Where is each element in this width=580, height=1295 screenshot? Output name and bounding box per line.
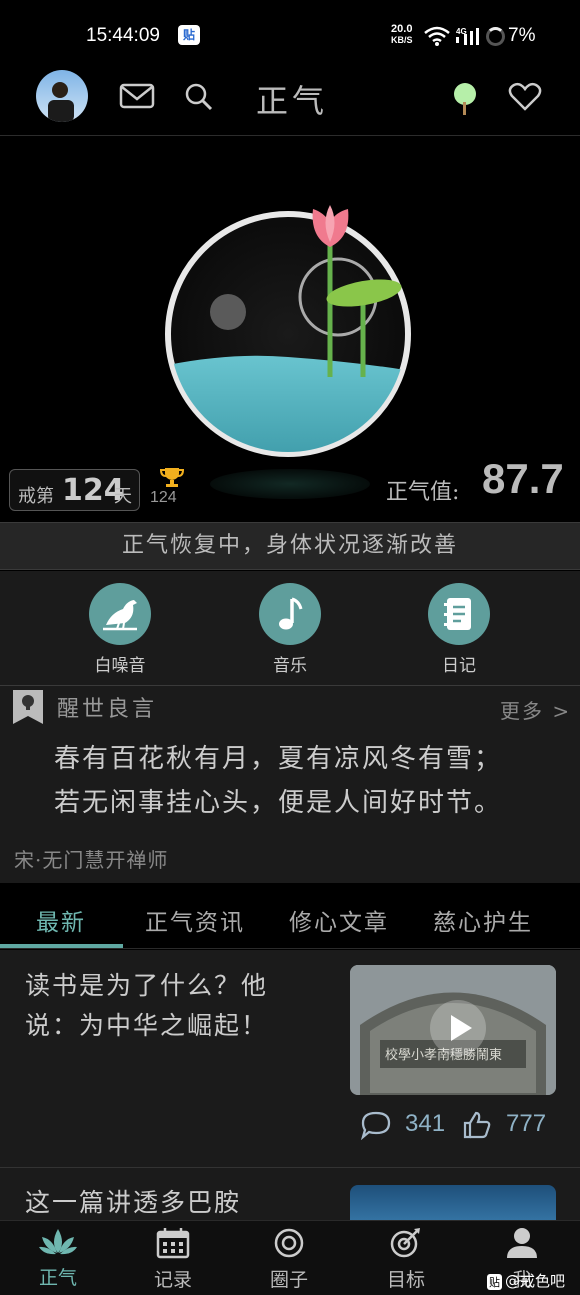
avatar-person-icon (48, 82, 74, 122)
video-thumbnail[interactable]: 校學小孝南穩勝鬧東 (350, 965, 556, 1095)
recovery-status-banner: 正气恢复中，身体状况逐渐改善 (0, 522, 580, 570)
quote-more-link[interactable]: 更多 > (500, 695, 571, 724)
nav-label: 正气 (38, 1267, 77, 1289)
lotus-icon (39, 1229, 77, 1255)
search-icon[interactable] (184, 82, 214, 112)
nav-circle[interactable]: 圈子 (249, 1227, 329, 1292)
white-noise-label: 白噪音 (94, 656, 146, 676)
bird-icon (103, 600, 137, 631)
trophy-icon[interactable] (160, 465, 184, 489)
bookmark-icon (13, 690, 43, 724)
diary-label: 日记 (442, 656, 476, 676)
tab-latest[interactable]: 最新 (36, 903, 86, 937)
play-icon (451, 1015, 472, 1041)
watermark-text: @戒色吧 (505, 1272, 566, 1290)
trophy-count: 124 (150, 489, 177, 506)
nav-records[interactable]: 记录 (133, 1227, 213, 1292)
quick-action-diary[interactable]: 日记 (414, 583, 504, 676)
quick-actions: 白噪音 音乐 日记 (0, 571, 580, 686)
tab-compassion[interactable]: 慈心护生 (433, 903, 533, 937)
quote-card: 醒世良言 更多 > 春有百花秋有月，夏有凉风冬有雪； 若无闲事挂心头，便是人间好… (0, 686, 580, 883)
article-title[interactable]: 这一篇讲透多巴胺 (25, 1183, 241, 1219)
like-icon[interactable] (462, 1110, 492, 1140)
app-notification-badge: 贴 (178, 25, 200, 45)
app-header: 正气 (0, 62, 580, 136)
quick-action-music[interactable]: 音乐 (245, 583, 335, 676)
nav-zhengqi[interactable]: 正气 (18, 1227, 98, 1290)
music-note-icon (279, 597, 303, 630)
battery-level: 7% (508, 25, 536, 46)
nav-label: 记录 (153, 1269, 192, 1291)
status-bar: 15:44:09 贴 20.0 KB/S 4G 7% (0, 0, 580, 62)
quote-section-title: 醒世良言 (57, 697, 158, 722)
goal-icon (390, 1228, 420, 1258)
active-tab-indicator (0, 944, 123, 948)
lotus-bowl-illustration[interactable] (158, 167, 418, 467)
hero-section: 戒第 124 天 124 正气值: 87.7 (0, 137, 580, 522)
tab-mind-articles[interactable]: 修心文章 (289, 903, 389, 937)
network-speed: 20.0 KB/S (391, 23, 413, 46)
watermark: 贴 @戒色吧 (487, 1270, 565, 1291)
streak-suffix: 天 (114, 486, 132, 507)
nav-label: 圈子 (269, 1269, 308, 1291)
watermark-badge: 贴 (487, 1274, 502, 1290)
article-feed: 读书是为了什么？他说：为中华之崛起！ 校學小孝南穩勝鬧東 341 777 这一篇… (0, 950, 580, 1225)
comment-count: 341 (405, 1110, 446, 1137)
play-button[interactable] (430, 1000, 486, 1056)
zhengqi-label: 正气值: (386, 480, 460, 505)
comment-icon[interactable] (360, 1110, 392, 1140)
article-title[interactable]: 读书是为了什么？他说：为中华之崛起！ (25, 966, 315, 1046)
circle-target-icon (274, 1228, 304, 1258)
calendar-icon (156, 1228, 190, 1259)
tree-icon[interactable] (452, 82, 478, 116)
quote-line: 若无闲事挂心头，便是人间好时节。 (54, 788, 503, 818)
music-button[interactable] (259, 583, 321, 645)
status-time: 15:44:09 (86, 25, 160, 46)
nav-goals[interactable]: 目标 (366, 1227, 446, 1292)
person-icon (507, 1228, 537, 1258)
cell-signal-icon: 4G (456, 27, 479, 45)
zhengqi-value: 87.7 (482, 455, 564, 502)
wifi-icon (424, 26, 450, 46)
heart-icon[interactable] (508, 82, 542, 112)
like-count: 777 (506, 1110, 547, 1137)
quote-author: 宋·无门慧开禅师 (14, 848, 169, 872)
quote-line: 春有百花秋有月，夏有凉风冬有雪； (54, 744, 503, 774)
notebook-icon (444, 598, 471, 630)
music-label: 音乐 (273, 656, 307, 676)
quick-action-white-noise[interactable]: 白噪音 (75, 583, 165, 676)
streak-days-badge[interactable]: 戒第 124 天 (9, 469, 140, 511)
tab-zhengqi-news[interactable]: 正气资讯 (145, 903, 245, 937)
content-tabs: 最新 正气资讯 修心文章 慈心护生 (0, 883, 580, 949)
list-item[interactable]: 读书是为了什么？他说：为中华之崛起！ 校學小孝南穩勝鬧東 341 777 (0, 950, 580, 1168)
streak-prefix: 戒第 (18, 486, 54, 507)
diary-button[interactable] (428, 583, 490, 645)
battery-icon (486, 27, 505, 46)
bowl-shadow (210, 469, 370, 499)
page-title: 正气 (256, 82, 329, 120)
avatar[interactable] (36, 70, 88, 122)
mail-icon[interactable] (119, 82, 155, 110)
nav-label: 目标 (386, 1269, 425, 1291)
article-thumbnail[interactable] (350, 1185, 556, 1225)
white-noise-button[interactable] (89, 583, 151, 645)
